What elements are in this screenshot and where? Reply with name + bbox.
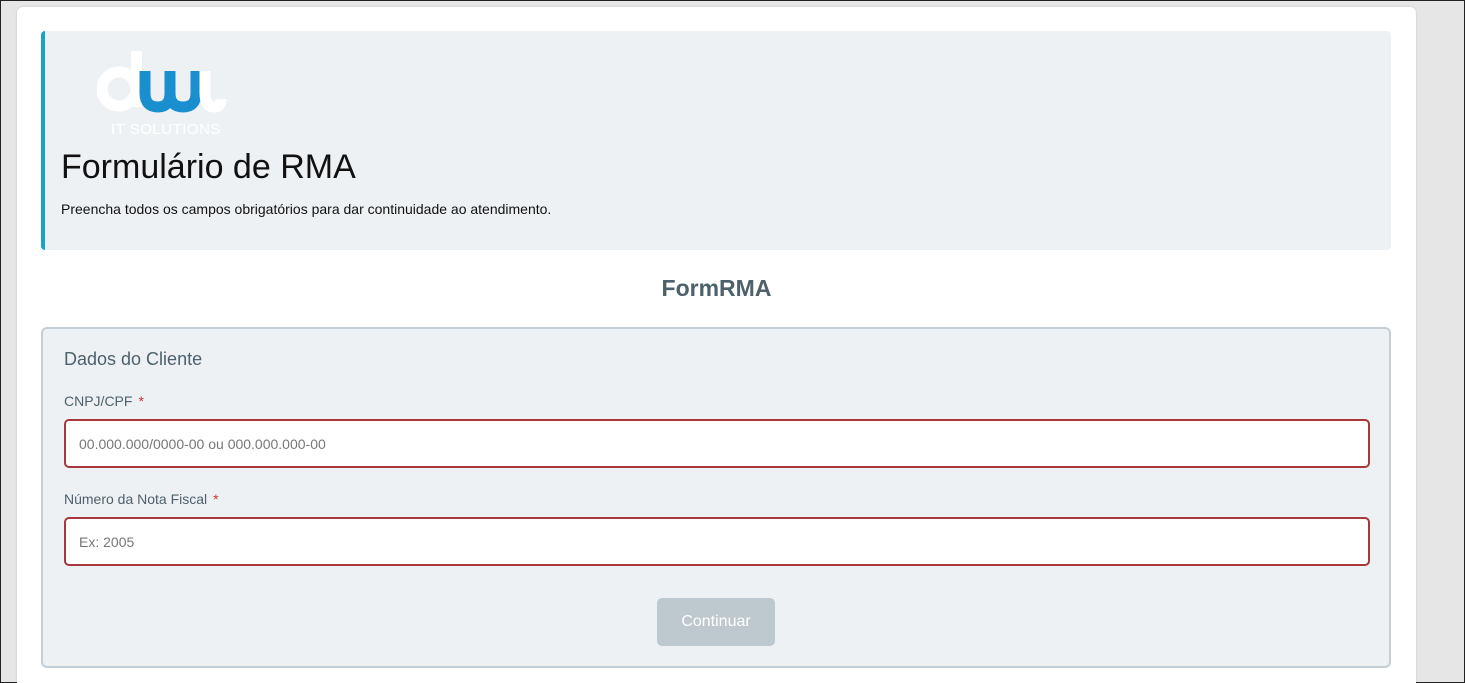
invoice-number-label-text: Número da Nota Fiscal <box>64 491 208 507</box>
page-subtitle: Preencha todos os campos obrigatórios pa… <box>61 201 552 217</box>
client-data-section: Dados do Cliente CNPJ/CPF * Número da Not… <box>41 327 1391 668</box>
invoice-number-label: Número da Nota Fiscal * <box>64 491 219 507</box>
continue-button[interactable]: Continuar <box>657 598 775 646</box>
form-header: IT SOLUTIONS Formulário de RMA Preencha … <box>41 31 1391 250</box>
required-mark: * <box>138 393 144 409</box>
invoice-number-input[interactable] <box>64 517 1370 566</box>
cnpj-cpf-label-text: CNPJ/CPF <box>64 393 133 409</box>
company-logo: IT SOLUTIONS <box>97 51 227 141</box>
page-title: Formulário de RMA <box>61 148 356 186</box>
form-card: IT SOLUTIONS Formulário de RMA Preencha … <box>17 7 1416 683</box>
required-mark: * <box>213 491 219 507</box>
form-name: FormRMA <box>661 275 772 301</box>
cnpj-cpf-input[interactable] <box>64 419 1370 468</box>
section-title: Dados do Cliente <box>64 349 203 369</box>
cnpj-cpf-label: CNPJ/CPF * <box>64 393 144 409</box>
logo-mark-icon <box>97 51 227 113</box>
logo-subtitle: IT SOLUTIONS <box>111 121 221 138</box>
